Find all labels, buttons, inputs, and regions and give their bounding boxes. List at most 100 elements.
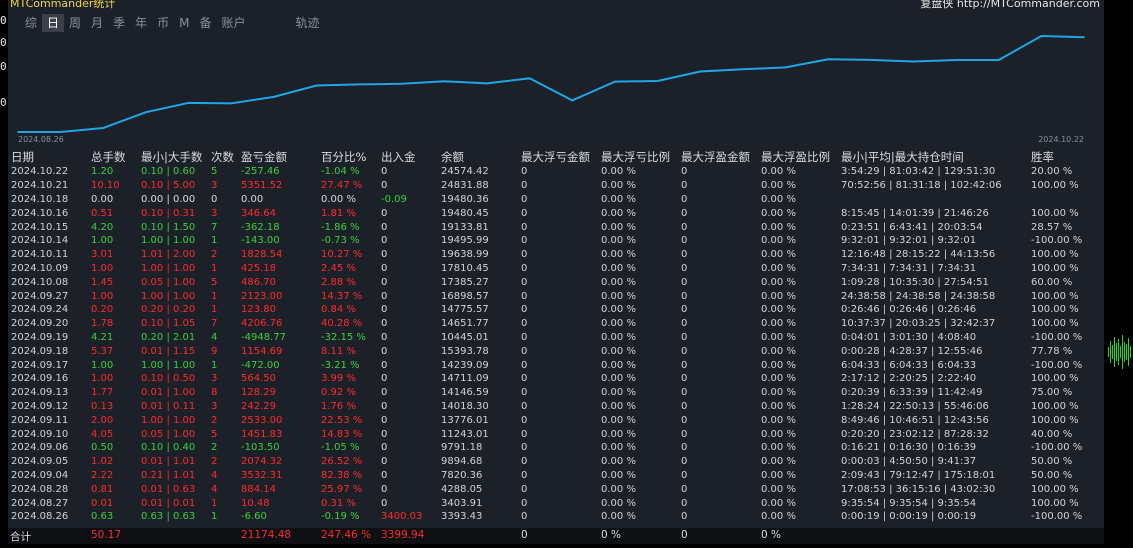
mini-bar [1130, 346, 1131, 358]
cell-flow: 3400.03 [381, 511, 423, 523]
balance-point [997, 59, 1000, 61]
tab-week[interactable]: 周 [64, 14, 86, 32]
table-row[interactable]: 2024.09.16 1.00 0.10 | 0.50 3 564.50 3.99 % 0 1… [10, 372, 1098, 386]
cell-count: 4 [211, 331, 218, 343]
table-row[interactable]: 2024.09.13 1.77 0.01 | 1.00 8 128.29 0.92 % 0 1… [10, 386, 1098, 400]
column-header[interactable]: 胜率 [1030, 148, 1098, 165]
table-row[interactable]: 2024.09.04 2.22 0.21 | 1.01 4 3532.31 82.38 %… [10, 469, 1098, 483]
tab-year[interactable]: 年 [130, 14, 152, 32]
tab-quarter[interactable]: 季 [108, 14, 130, 32]
column-header[interactable]: 出入金 [380, 148, 440, 165]
table-row[interactable]: 2024.10.11 3.01 1.01 | 2.00 2 1828.54 10.27 %… [10, 248, 1098, 262]
cell-pnl: 1451.83 [241, 428, 283, 440]
cell-pnl: 123.80 [241, 304, 276, 316]
cell-mfl: 0 [521, 166, 528, 178]
table-row[interactable]: 2024.10.18 0.00 0.00 | 0.00 0 0.00 0.00 % -0.0… [10, 193, 1098, 207]
table-row[interactable]: 2024.09.11 2.00 1.00 | 1.00 2 2533.00 22.53 %… [10, 413, 1098, 427]
table-row[interactable]: 2024.10.08 1.45 0.05 | 1.00 5 486.70 2.88 % 0 1… [10, 275, 1098, 289]
column-header[interactable]: 次数 [210, 148, 240, 165]
cell-hold: 17:08:53 | 36:15:16 | 43:02:30 [841, 483, 996, 495]
cell-mfg: 0 [681, 414, 688, 426]
cell-mfg: 0 [681, 262, 688, 274]
balance-point [827, 58, 829, 61]
tab-month[interactable]: 月 [86, 14, 108, 32]
tab-account[interactable]: 账户 [216, 14, 250, 32]
table-row[interactable]: 2024.10.16 0.51 0.10 | 0.31 3 346.64 1.81 % 0 1… [10, 206, 1098, 220]
cell-win: 75.00 % [1031, 387, 1073, 399]
table-row[interactable]: 2024.09.06 0.50 0.10 | 0.40 2 -103.50 -1.05 %… [10, 441, 1098, 455]
tab-track[interactable]: 轨迹 [291, 14, 325, 32]
column-header[interactable]: 盈亏金额 [240, 148, 320, 165]
cell-mfgp: 0.00 % [761, 456, 796, 468]
cell-flow: 0 [381, 469, 388, 481]
cell-mfl: 0 [521, 373, 528, 385]
table-row[interactable]: 2024.09.24 0.20 0.20 | 0.20 1 123.80 0.84 % 0 1… [10, 303, 1098, 317]
column-header[interactable]: 日期 [10, 148, 90, 165]
cell-date: 2024.08.27 [11, 497, 69, 509]
cell-flow: 0 [381, 166, 388, 178]
table-row[interactable]: 2024.10.22 1.20 0.10 | 0.60 5 -257.46 -1.04 %… [10, 165, 1098, 179]
table-row[interactable]: 2024.09.10 4.05 0.05 | 1.00 5 1451.83 14.83 %… [10, 427, 1098, 441]
column-header[interactable]: 最大浮盈比例 [760, 148, 840, 165]
totals-pct: 247.46 % [321, 529, 372, 541]
tab-day[interactable]: 日 [42, 14, 65, 32]
cell-mflp: 0.00 % [601, 387, 636, 399]
table-row[interactable]: 2024.10.09 1.00 1.00 | 1.00 1 425.18 2.45 % 0 1… [10, 262, 1098, 276]
balance-point [230, 102, 232, 105]
table-row[interactable]: 2024.08.27 0.01 0.01 | 0.01 1 10.48 0.31 % 0 34… [10, 496, 1098, 510]
table-row[interactable]: 2024.10.21 10.10 0.10 | 5.00 3 5351.52 27.47 … [10, 179, 1098, 193]
tab-note[interactable]: 备 [194, 14, 216, 32]
column-header[interactable]: 总手数 [90, 148, 140, 165]
cell-date: 2024.09.17 [11, 359, 69, 371]
app-link[interactable]: 复盘侠 http://MTCommander.com [920, 0, 1100, 11]
cell-balance: 13776.01 [441, 414, 489, 426]
x-end-label: 2024.10.22 [1038, 135, 1084, 144]
table-row[interactable]: 2024.08.26 0.63 0.63 | 0.63 1 -6.60 -0.19 % 34… [10, 510, 1098, 524]
cell-count: 5 [211, 428, 218, 440]
cell-win: 100.00 % [1031, 304, 1079, 316]
column-header[interactable]: 最大浮亏比例 [600, 148, 680, 165]
tab-m[interactable]: M [174, 14, 194, 32]
cell-flow: 0 [381, 331, 388, 343]
cell-pct: 0.31 % [321, 497, 356, 509]
cell-mfg: 0 [681, 387, 688, 399]
table-row[interactable]: 2024.08.28 0.81 0.01 | 0.63 4 884.14 25.97 % 0… [10, 482, 1098, 496]
table-row[interactable]: 2024.09.17 1.00 1.00 | 1.00 1 -472.00 -3.21 %… [10, 358, 1098, 372]
cell-mfg: 0 [681, 235, 688, 247]
cell-flow: 0 [381, 318, 388, 330]
cell-mfgp: 0.00 % [761, 221, 796, 233]
table-row[interactable]: 2024.09.12 0.13 0.01 | 0.11 3 242.29 1.76 % 0 1… [10, 400, 1098, 414]
cell-minmax: 0.01 | 1.01 [141, 456, 196, 468]
table-row[interactable]: 2024.09.27 1.00 1.00 | 1.00 1 2123.00 14.37 %… [10, 289, 1098, 303]
cell-count: 1 [211, 290, 218, 302]
column-header[interactable]: 百分比% [320, 148, 380, 165]
cell-date: 2024.08.28 [11, 483, 69, 495]
column-header[interactable]: 最小|大手数 [140, 148, 210, 165]
cell-minmax: 0.01 | 0.01 [141, 497, 196, 509]
column-header[interactable]: 最小|平均|最大持仓时间 [840, 148, 1030, 165]
tab-currency[interactable]: 币 [152, 14, 174, 32]
table-row[interactable]: 2024.10.15 4.20 0.10 | 1.50 7 -362.18 -1.86 %… [10, 220, 1098, 234]
table-row[interactable]: 2024.09.20 1.78 0.10 | 1.05 7 4206.76 40.28 %… [10, 317, 1098, 331]
cell-pct: 1.76 % [321, 400, 356, 412]
table-row[interactable]: 2024.09.05 1.02 0.01 | 1.01 2 2074.32 26.52 %… [10, 455, 1098, 469]
cell-lots: 1.78 [91, 318, 114, 330]
cell-mflp: 0.00 % [601, 166, 636, 178]
column-header[interactable]: 最大浮盈金额 [680, 148, 760, 165]
cell-pnl: 1154.69 [241, 345, 283, 357]
tab-summary[interactable]: 综 [20, 14, 42, 32]
cell-lots: 1.77 [91, 387, 114, 399]
cell-flow: 0 [381, 304, 388, 316]
cell-mfgp: 0.00 % [761, 400, 796, 412]
table-row[interactable]: 2024.09.18 5.37 0.01 | 1.15 9 1154.69 8.11 % 0… [10, 344, 1098, 358]
table-row[interactable]: 2024.09.19 4.21 0.20 | 2.01 4 -4948.77 -32.15… [10, 331, 1098, 345]
table-row[interactable]: 2024.10.14 1.00 1.00 | 1.00 1 -143.00 -0.73 %… [10, 234, 1098, 248]
cell-date: 2024.09.05 [11, 456, 69, 468]
cell-count: 2 [211, 414, 218, 426]
cell-pnl: -362.18 [241, 221, 280, 233]
cell-balance: 14018.30 [441, 400, 489, 412]
column-header[interactable]: 最大浮亏金额 [520, 148, 600, 165]
column-header[interactable]: 余额 [440, 148, 520, 165]
cell-mfg: 0 [681, 359, 688, 371]
cell-flow: 0 [381, 345, 388, 357]
